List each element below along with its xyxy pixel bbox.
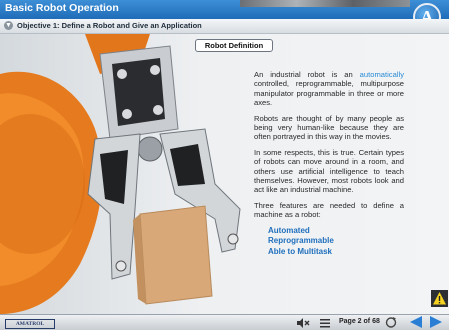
header-photo-strip (240, 0, 410, 7)
feature-reprogrammable: Reprogrammable (268, 236, 334, 246)
back-arrow-icon[interactable] (408, 315, 424, 329)
replay-icon[interactable] (384, 316, 398, 329)
feature-multitask: Able to Multitask (268, 246, 333, 256)
slide-section-tab: Robot Definition (195, 39, 273, 52)
menu-icon[interactable] (319, 317, 331, 329)
page-indicator: Page 2 of 68 (339, 318, 380, 325)
objective-label: Objective 1: Define a Robot and Give an … (17, 21, 202, 30)
mute-icon[interactable] (296, 317, 310, 329)
features-intro: Three features are needed to define a ma… (254, 200, 404, 220)
some-respects-paragraph: In some respects, this is true. Certain … (254, 147, 404, 195)
bottom-toolbar: AMATROL Page 2 of 68 (0, 314, 449, 330)
human-like-paragraph: Robots are thought of by many people as … (254, 113, 404, 142)
objective-bar[interactable]: ▼ Objective 1: Define a Robot and Give a… (0, 19, 449, 34)
warning-button[interactable] (431, 290, 448, 307)
feature-automated: Automated (268, 225, 310, 235)
robot-gripper-illustration (0, 34, 241, 314)
definition-paragraph: An industrial robot is an automatically … (254, 70, 404, 108)
definition-prefix: An industrial robot is an (254, 70, 360, 79)
slide-text: An industrial robot is an automatically … (254, 70, 404, 257)
automatically-link[interactable]: automatically (360, 70, 404, 79)
features-list: Automated Reprogrammable Able to Multita… (268, 226, 404, 257)
warning-icon (433, 292, 446, 305)
next-arrow-icon[interactable] (428, 315, 444, 329)
app-title: Basic Robot Operation (5, 2, 119, 14)
slide-stage: Robot Definition An industrial robot is … (0, 34, 449, 314)
amatrol-brand-logo: AMATROL (5, 319, 55, 329)
definition-rest: controlled, reprogrammable, multipurpose… (254, 79, 404, 108)
chevron-down-icon[interactable]: ▼ (4, 21, 13, 30)
